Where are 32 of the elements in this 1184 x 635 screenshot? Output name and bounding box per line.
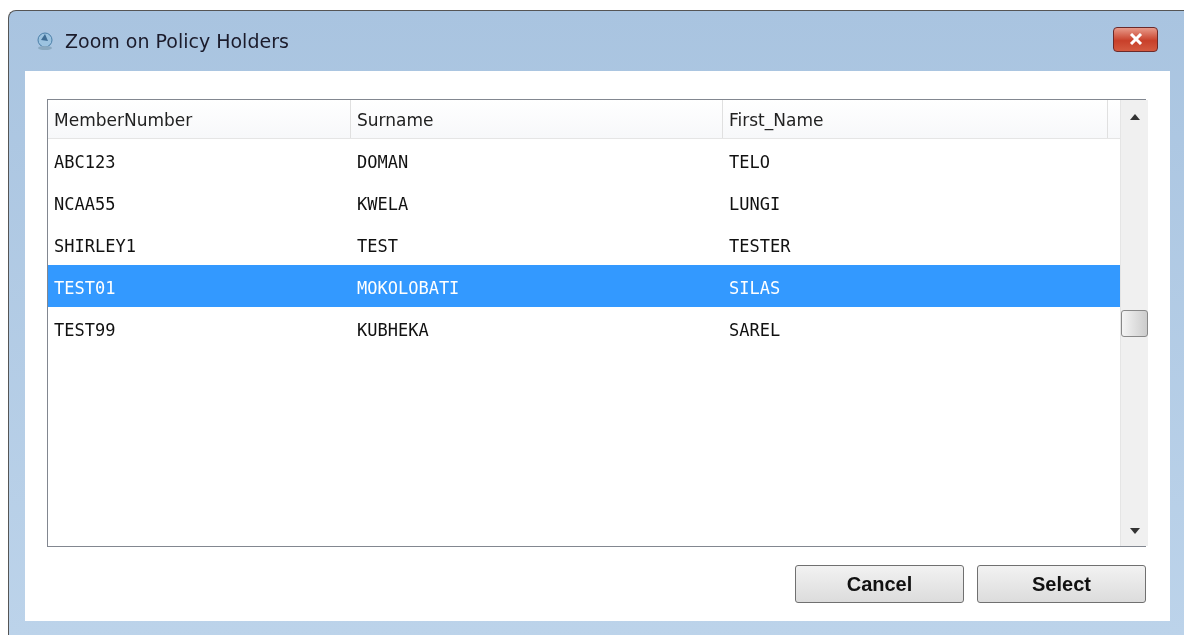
table-cell-text: DOMAN xyxy=(356,151,410,172)
table-cell-text: SAREL xyxy=(728,319,782,340)
column-header[interactable]: Surname xyxy=(351,100,723,138)
scrollbar[interactable] xyxy=(1120,100,1148,546)
table-row[interactable]: TEST99 KUBHEKA SAREL xyxy=(48,307,1120,349)
scroll-thumb[interactable] xyxy=(1121,310,1148,337)
table-row[interactable]: ABC123 DOMAN TELO xyxy=(48,139,1120,181)
dialog-button[interactable]: Select xyxy=(977,565,1146,603)
table-cell-text: NCAA55 xyxy=(53,193,117,214)
table-cell-text: LUNGI xyxy=(728,193,782,214)
table-row[interactable]: NCAA55 KWELA LUNGI xyxy=(48,181,1120,223)
table-cell-text: SHIRLEY1 xyxy=(53,235,137,256)
window-title: Zoom on Policy Holders xyxy=(65,30,290,52)
table-cell-text: SILAS xyxy=(728,277,782,298)
globe-icon xyxy=(35,31,55,51)
table-cell-text: ABC123 xyxy=(53,151,117,172)
table-cell-text: TEST99 xyxy=(53,319,117,340)
table-cell-text: TEST01 xyxy=(53,277,117,298)
scroll-down-icon[interactable] xyxy=(1129,528,1140,534)
table-cell-text: TESTER xyxy=(728,235,792,256)
table-cell-text: KWELA xyxy=(356,193,410,214)
table-row[interactable]: SHIRLEY1 TEST TESTER xyxy=(48,223,1120,265)
close-button[interactable] xyxy=(1113,26,1158,52)
table-cell-text: TEST xyxy=(356,235,399,256)
table-cell-text: KUBHEKA xyxy=(356,319,430,340)
column-header[interactable]: First_Name xyxy=(723,100,1108,138)
table-cell-text: TELO xyxy=(728,151,771,172)
table-cell-text: MOKOLOBATI xyxy=(356,277,461,298)
close-icon xyxy=(1128,33,1143,45)
scroll-up-icon[interactable] xyxy=(1129,114,1140,120)
dialog-button[interactable]: Cancel xyxy=(795,565,964,603)
column-header[interactable]: MemberNumber xyxy=(48,100,351,138)
